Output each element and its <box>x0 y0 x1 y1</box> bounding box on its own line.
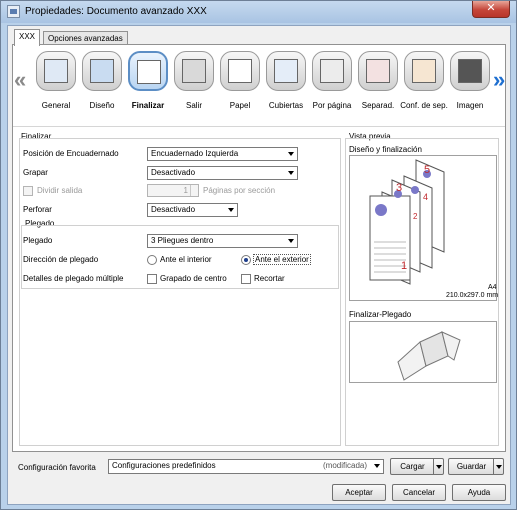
layout-preview-title: Diseño y finalización <box>349 145 422 154</box>
page-number-4: 4 <box>423 192 429 202</box>
printer-icon <box>36 51 76 91</box>
toolbar-item-output[interactable]: Salir <box>171 49 217 123</box>
fold-inside-label: Ante el interior <box>160 255 212 264</box>
tab-advanced-options[interactable]: Opciones avanzadas <box>43 31 128 45</box>
multi-fold-details-label: Detalles de plegado múltiple <box>23 274 124 283</box>
pages-per-section-stepper[interactable]: 1 <box>147 184 199 197</box>
fold-preview-title: Finalizar-Plegado <box>349 310 412 319</box>
save-button-label: Guardar <box>456 462 487 471</box>
page-number-2: 2 <box>413 212 418 221</box>
ok-button[interactable]: Aceptar <box>332 484 386 501</box>
toolbar-item-label: Imagen <box>456 101 484 110</box>
load-button-label: Cargar <box>400 462 425 471</box>
paper-dimensions-label: 210.0x297.0 mm <box>446 292 499 299</box>
properties-window: Propiedades: Documento avanzado XXX ✕ XX… <box>0 0 517 510</box>
toolbar-item-finishing[interactable]: Finalizar <box>125 49 171 123</box>
layout-preview: 5 4 3 2 1 A4 210.0x297.0 mm <box>349 155 499 301</box>
toolbar-item-separators[interactable]: Separad. <box>355 49 401 123</box>
output-icon <box>174 51 214 91</box>
chevron-down-icon <box>228 208 234 212</box>
per-page-icon <box>312 51 352 91</box>
binding-position-value: Encuadernado Izquierda <box>151 149 239 158</box>
split-output-checkbox[interactable] <box>23 186 33 196</box>
toolbar-item-separator-settings[interactable]: Conf. de sep. <box>400 49 448 123</box>
tab-panel: « General Diseño Finalizar Salir Papel C… <box>12 44 506 452</box>
window-icon <box>7 5 20 18</box>
stepper-buttons[interactable] <box>190 185 198 196</box>
toolbar-item-general[interactable]: General <box>33 49 79 123</box>
load-dropdown-arrow[interactable] <box>433 459 443 474</box>
chevron-down-icon <box>288 171 294 175</box>
chevron-down-icon <box>374 464 380 468</box>
toolbar-item-paper[interactable]: Papel <box>217 49 263 123</box>
tab-xxx[interactable]: XXX <box>14 29 41 46</box>
center-staple-checkbox[interactable] <box>147 274 157 284</box>
category-toolbar: « General Diseño Finalizar Salir Papel C… <box>13 45 505 125</box>
punch-value: Desactivado <box>151 205 196 214</box>
fold-direction-label: Dirección de plegado <box>23 255 99 264</box>
fold-outside-label: Ante el exterior <box>253 254 311 265</box>
finishing-icon <box>128 51 168 91</box>
dialog-client: XXX Opciones avanzadas « General Diseño … <box>7 25 511 505</box>
punch-select[interactable]: Desactivado <box>147 203 238 217</box>
staple-label: Grapar <box>23 168 48 177</box>
separator-settings-icon <box>404 51 444 91</box>
favorite-settings-select[interactable]: Configuraciones predefinidos (modificada… <box>108 459 384 474</box>
favorite-settings-label: Configuración favorita <box>18 463 96 472</box>
page-number-3: 3 <box>396 182 403 194</box>
image-icon <box>450 51 490 91</box>
paper-icon <box>220 51 260 91</box>
tri-fold-illustration <box>397 331 461 381</box>
window-title: Propiedades: Documento avanzado XXX <box>25 6 207 17</box>
layout-icon <box>82 51 122 91</box>
staple-select[interactable]: Desactivado <box>147 166 298 180</box>
pages-per-section-label: Páginas por sección <box>203 186 276 195</box>
title-bar: Propiedades: Documento avanzado XXX ✕ <box>1 1 516 23</box>
split-output-label: Dividir salida <box>37 186 83 195</box>
separators-icon <box>358 51 398 91</box>
fold-inside-radio[interactable] <box>147 255 157 265</box>
paper-size-label: A4 <box>488 284 497 291</box>
binding-position-select[interactable]: Encuadernado Izquierda <box>147 147 298 161</box>
favorite-settings-value: Configuraciones predefinidos <box>112 461 216 470</box>
help-button[interactable]: Ayuda <box>452 484 506 501</box>
page-number-1: 1 <box>401 260 408 272</box>
fold-value: 3 Pliegues dentro <box>151 236 214 245</box>
toolbar-item-layout[interactable]: Diseño <box>79 49 125 123</box>
save-button[interactable]: Guardar <box>448 458 504 475</box>
covers-icon <box>266 51 306 91</box>
chevron-down-icon <box>288 239 294 243</box>
fold-select[interactable]: 3 Pliegues dentro <box>147 234 298 248</box>
trim-checkbox[interactable] <box>241 274 251 284</box>
scroll-right-arrow[interactable]: » <box>493 67 505 93</box>
fold-label: Plegado <box>23 236 53 245</box>
trim-label: Recortar <box>254 274 285 283</box>
chevron-down-icon <box>288 152 294 156</box>
toolbar-divider <box>13 126 505 127</box>
staple-value: Desactivado <box>151 168 196 177</box>
cancel-button[interactable]: Cancelar <box>392 484 446 501</box>
punch-label: Perforar <box>23 205 52 214</box>
fold-outside-radio[interactable] <box>241 255 251 265</box>
modified-indicator: (modificada) <box>322 461 367 470</box>
fold-preview <box>349 321 497 383</box>
center-staple-label: Grapado de centro <box>160 274 227 283</box>
load-button[interactable]: Cargar <box>390 458 444 475</box>
close-button[interactable]: ✕ <box>472 1 510 18</box>
pages-value: 1 <box>183 186 188 195</box>
toolbar-item-per-page[interactable]: Por página <box>309 49 355 123</box>
binding-position-label: Posición de Encuadernado <box>23 149 119 158</box>
toolbar-item-covers[interactable]: Cubiertas <box>263 49 309 123</box>
scroll-left-arrow[interactable]: « <box>14 67 26 93</box>
toolbar-item-image[interactable]: Imagen <box>447 49 493 123</box>
page-number-5: 5 <box>424 164 431 176</box>
stacked-pages-illustration <box>369 159 445 285</box>
save-dropdown-arrow[interactable] <box>493 459 503 474</box>
